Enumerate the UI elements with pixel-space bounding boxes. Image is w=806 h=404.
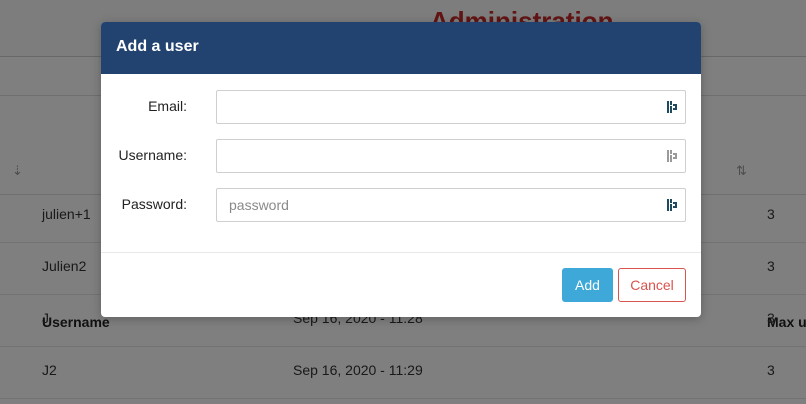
email-row: Email: (101, 90, 701, 124)
cancel-button[interactable]: Cancel (618, 268, 686, 302)
password-manager-icon[interactable] (667, 149, 679, 163)
password-manager-icon[interactable] (667, 198, 679, 212)
password-field[interactable] (217, 189, 669, 221)
username-row: Username: (101, 139, 701, 173)
email-label: Email: (148, 98, 187, 114)
email-field[interactable] (217, 91, 669, 123)
modal-divider (101, 252, 701, 253)
add-user-modal: Add a user Email: Username: Password: Ad… (101, 22, 701, 317)
modal-title: Add a user (116, 38, 199, 55)
password-manager-icon[interactable] (667, 100, 679, 114)
password-label: Password: (121, 196, 187, 212)
modal-header: Add a user (101, 22, 701, 74)
password-field-wrapper (216, 188, 686, 222)
username-field-wrapper (216, 139, 686, 173)
email-field-wrapper (216, 90, 686, 124)
password-row: Password: (101, 188, 701, 222)
username-label: Username: (118, 147, 187, 163)
username-field[interactable] (217, 140, 669, 172)
add-button[interactable]: Add (562, 268, 613, 302)
